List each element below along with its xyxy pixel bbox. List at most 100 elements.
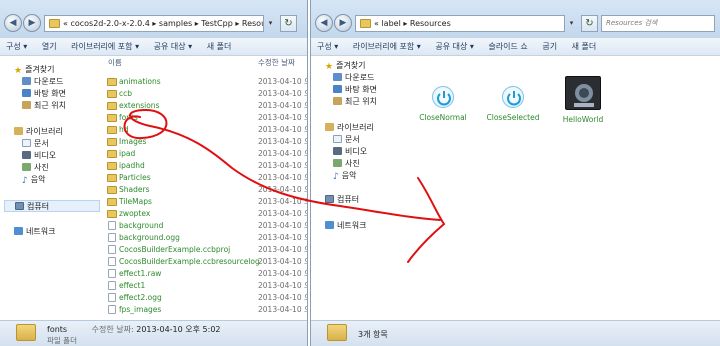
table-row[interactable]: Shaders 2013-04-10 오: [104, 184, 307, 196]
folder-icon: [107, 162, 117, 170]
sidebar-item-downloads[interactable]: 다운로드: [22, 76, 63, 88]
file-name: TileMaps: [119, 197, 152, 206]
new-folder-button[interactable]: 새 폴더: [201, 38, 238, 56]
sidebar-item-recent[interactable]: 최근 위치: [22, 100, 66, 112]
folder-icon: [107, 186, 117, 194]
sidebar-item-computer[interactable]: 컴퓨터: [4, 200, 100, 212]
sidebar-item-libraries[interactable]: 라이브러리: [325, 122, 374, 134]
file-name: Particles: [119, 173, 151, 182]
sidebar-item-documents[interactable]: 문서: [333, 134, 360, 146]
new-folder-button[interactable]: 새 폴더: [566, 38, 603, 56]
open-button[interactable]: 열기: [36, 38, 63, 56]
table-row[interactable]: effect1.raw 2013-04-10 오: [104, 268, 307, 280]
icon-view: CloseNormal CloseSelected HelloWorld: [405, 56, 720, 320]
table-row[interactable]: hd 2013-04-10 오: [104, 124, 307, 136]
file-icon: [108, 221, 116, 230]
include-in-library-button[interactable]: 라이브러리에 포함 ▾: [347, 38, 427, 56]
breadcrumb[interactable]: « label ▸ Resources: [355, 15, 565, 32]
file-item-closenormal[interactable]: CloseNormal: [413, 86, 473, 122]
column-name[interactable]: 이름: [108, 56, 122, 70]
file-icon: [108, 281, 116, 290]
history-dropdown-icon[interactable]: ▾: [264, 15, 277, 32]
sidebar-item-desktop[interactable]: 바탕 화면: [333, 84, 377, 96]
share-with-button[interactable]: 공유 대상 ▾: [148, 38, 199, 56]
download-icon: [333, 73, 342, 81]
sidebar-item-pictures[interactable]: 사진: [333, 158, 360, 170]
file-name: zwoptex: [119, 209, 151, 218]
details-pane: 3개 항목: [311, 320, 720, 346]
sidebar-item-favorites[interactable]: ★ 즐겨찾기: [325, 60, 366, 72]
sidebar-item-recent[interactable]: 최근 위치: [333, 96, 377, 108]
sidebar-item-music[interactable]: ♪ 음악: [22, 174, 45, 186]
sidebar-item-computer[interactable]: 컴퓨터: [325, 194, 359, 206]
sidebar-item-desktop[interactable]: 바탕 화면: [22, 88, 66, 100]
history-dropdown-icon[interactable]: ▾: [565, 15, 578, 32]
table-row[interactable]: background.ogg 2013-04-10 오: [104, 232, 307, 244]
file-item-closeselected[interactable]: CloseSelected: [483, 86, 543, 122]
folder-icon: [107, 198, 117, 206]
sidebar-item-network[interactable]: 네트워크: [325, 220, 366, 232]
search-input[interactable]: Resources 검색: [601, 15, 715, 32]
sidebar-item-pictures[interactable]: 사진: [22, 162, 49, 174]
breadcrumb[interactable]: « cocos2d-2.0-x-2.0.4 ▸ samples ▸ TestCp…: [44, 15, 264, 32]
file-date: 2013-04-10 오: [258, 137, 308, 146]
breadcrumb-text: « cocos2d-2.0-x-2.0.4 ▸ samples ▸ TestCp…: [63, 19, 263, 28]
sidebar-item-videos[interactable]: 비디오: [22, 150, 56, 162]
file-name: extensions: [119, 101, 160, 110]
file-date: 2013-04-10 오: [258, 305, 308, 314]
command-bar: 구성 ▾ 열기 라이브러리에 포함 ▾ 공유 대상 ▾ 새 폴더: [0, 38, 307, 56]
organize-button[interactable]: 구성 ▾: [311, 38, 344, 56]
table-row[interactable]: background 2013-04-10 오: [104, 220, 307, 232]
table-row[interactable]: CocosBuilderExample.ccbproj 2013-04-10 오: [104, 244, 307, 256]
folder-icon: [107, 78, 117, 86]
table-row[interactable]: extensions 2013-04-10 오: [104, 100, 307, 112]
image-thumbnail-icon: [565, 76, 601, 110]
file-date: 2013-04-10 오: [258, 221, 308, 230]
table-row[interactable]: fps_images 2013-04-10 오: [104, 304, 307, 316]
table-row[interactable]: fonts 2013-04-10 오: [104, 112, 307, 124]
back-icon[interactable]: ◀: [315, 14, 333, 32]
sidebar-item-videos[interactable]: 비디오: [333, 146, 367, 158]
sidebar-item-music[interactable]: ♪ 음악: [333, 170, 356, 182]
column-header: 이름 수정한 날짜: [104, 56, 307, 70]
music-icon: ♪: [22, 176, 28, 186]
back-icon[interactable]: ◀: [4, 14, 22, 32]
include-in-library-button[interactable]: 라이브러리에 포함 ▾: [65, 38, 145, 56]
file-name: Images: [119, 137, 147, 146]
table-row[interactable]: zwoptex 2013-04-10 오: [104, 208, 307, 220]
burn-button[interactable]: 굽기: [536, 38, 563, 56]
table-row[interactable]: ccb 2013-04-10 오: [104, 88, 307, 100]
file-name: fps_images: [119, 305, 162, 314]
table-row[interactable]: TileMaps 2013-04-10 오: [104, 196, 307, 208]
table-row[interactable]: ipad 2013-04-10 오: [104, 148, 307, 160]
organize-button[interactable]: 구성 ▾: [0, 38, 33, 56]
table-row[interactable]: animations 2013-04-10 오: [104, 76, 307, 88]
folder-icon: [107, 174, 117, 182]
sidebar-item-libraries[interactable]: 라이브러리: [14, 126, 63, 138]
document-icon: [333, 135, 342, 143]
table-row[interactable]: CocosBuilderExample.ccbresourcelog 2013-0…: [104, 256, 307, 268]
sidebar-item-network[interactable]: 네트워크: [14, 226, 55, 238]
file-date: 2013-04-10 오: [258, 77, 308, 86]
file-date: 2013-04-10 오: [258, 101, 308, 110]
sidebar-item-downloads[interactable]: 다운로드: [333, 72, 374, 84]
share-with-button[interactable]: 공유 대상 ▾: [429, 38, 480, 56]
table-row[interactable]: ipadhd 2013-04-10 오: [104, 160, 307, 172]
file-item-helloworld[interactable]: HelloWorld: [553, 76, 613, 124]
file-date: 2013-04-10 오: [258, 281, 308, 290]
forward-icon[interactable]: ▶: [334, 14, 352, 32]
refresh-icon[interactable]: ↻: [280, 15, 297, 32]
table-row[interactable]: Images 2013-04-10 오: [104, 136, 307, 148]
sidebar-item-favorites[interactable]: ★ 즐겨찾기: [14, 64, 55, 76]
forward-icon[interactable]: ▶: [23, 14, 41, 32]
sidebar-item-documents[interactable]: 문서: [22, 138, 49, 150]
column-date[interactable]: 수정한 날짜: [258, 56, 295, 70]
network-icon: [14, 227, 23, 235]
table-row[interactable]: effect2.ogg 2013-04-10 오: [104, 292, 307, 304]
refresh-icon[interactable]: ↻: [581, 15, 598, 32]
file-date: 2013-04-10 오: [258, 113, 308, 122]
folder-icon: [107, 102, 117, 110]
slideshow-button[interactable]: 슬라이드 쇼: [482, 38, 533, 56]
table-row[interactable]: Particles 2013-04-10 오: [104, 172, 307, 184]
table-row[interactable]: effect1 2013-04-10 오: [104, 280, 307, 292]
